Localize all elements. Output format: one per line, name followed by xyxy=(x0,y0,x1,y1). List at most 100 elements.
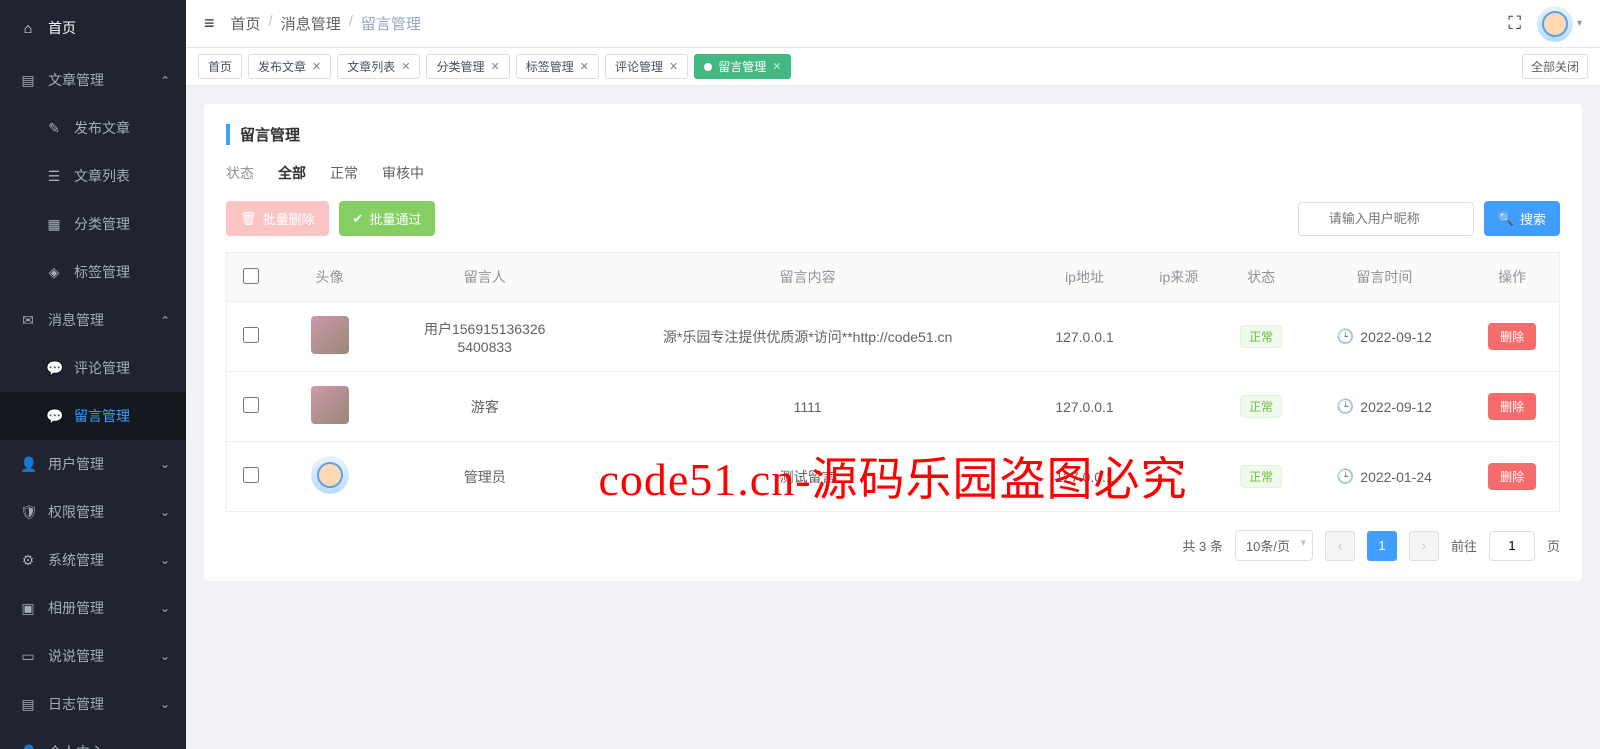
delete-button[interactable]: 删除 xyxy=(1488,393,1536,420)
row-checkbox[interactable] xyxy=(243,467,259,483)
log-icon: ▤ xyxy=(20,696,36,713)
tab-评论管理[interactable]: 评论管理✕ xyxy=(605,54,688,79)
breadcrumb: 首页 / 消息管理 / 留言管理 xyxy=(231,13,421,34)
tag-icon: ◈ xyxy=(46,264,62,281)
sidebar-item-article-list[interactable]: ☰文章列表 xyxy=(0,152,186,200)
cell-content: 1111 xyxy=(585,372,1030,442)
search-icon: 🔍 xyxy=(1498,211,1514,227)
clock-icon: 🕒 xyxy=(1337,328,1354,345)
filter-review[interactable]: 审核中 xyxy=(382,163,424,183)
sidebar-item-system[interactable]: ⚙系统管理⌄ xyxy=(0,536,186,584)
topbar: ≡ 首页 / 消息管理 / 留言管理 ⛶ ▾ xyxy=(186,0,1600,48)
col-avatar: 头像 xyxy=(275,253,385,302)
sidebar-item-talk[interactable]: ▭说说管理⌄ xyxy=(0,632,186,680)
batch-approve-button[interactable]: ✔批量通过 xyxy=(339,201,436,236)
tab-文章列表[interactable]: 文章列表✕ xyxy=(337,54,420,79)
cell-ip-source xyxy=(1139,442,1219,512)
trash-icon: 🗑 xyxy=(240,211,257,227)
delete-button[interactable]: 删除 xyxy=(1488,463,1536,490)
close-icon[interactable]: ✕ xyxy=(401,60,410,73)
chevron-down-icon: ⌄ xyxy=(160,457,170,471)
sidebar-item-personal[interactable]: 👤个人中心 xyxy=(0,728,186,749)
search-button[interactable]: 🔍搜索 xyxy=(1484,201,1560,236)
cell-ip: 127.0.0.1 xyxy=(1030,372,1138,442)
sidebar-item-category[interactable]: ▦分类管理 xyxy=(0,200,186,248)
filter-all[interactable]: 全部 xyxy=(278,163,306,183)
filter-normal[interactable]: 正常 xyxy=(330,163,358,183)
batch-delete-button[interactable]: 🗑批量删除 xyxy=(226,201,329,236)
gear-icon: ⚙ xyxy=(20,552,36,569)
tab-留言管理[interactable]: 留言管理✕ xyxy=(694,54,791,79)
user-icon: 👤 xyxy=(20,456,36,473)
sidebar-item-log[interactable]: ▤日志管理⌄ xyxy=(0,680,186,728)
close-all-button[interactable]: 全部关闭 xyxy=(1522,54,1588,79)
chevron-down-icon: ⌄ xyxy=(160,697,170,711)
crumb-home[interactable]: 首页 xyxy=(231,13,261,34)
caret-down-icon: ▾ xyxy=(1577,18,1582,29)
status-badge: 正常 xyxy=(1240,395,1282,418)
sidebar-item-tag[interactable]: ◈标签管理 xyxy=(0,248,186,296)
jump-suffix: 页 xyxy=(1547,536,1560,555)
edit-icon: ✎ xyxy=(46,120,62,137)
jump-input[interactable] xyxy=(1489,531,1535,561)
sidebar-item-article[interactable]: ▤文章管理⌄ xyxy=(0,56,186,104)
sidebar-item-home[interactable]: ⌂首页 xyxy=(0,0,186,56)
table-row: 游客1111127.0.0.1正常🕒2022-09-12删除 xyxy=(227,372,1560,442)
panel: 留言管理 状态 全部 正常 审核中 🗑批量删除 ✔批量通过 🔍 🔍搜索 xyxy=(204,104,1582,581)
delete-button[interactable]: 删除 xyxy=(1488,323,1536,350)
close-icon[interactable]: ✕ xyxy=(580,60,589,73)
cell-ip-source xyxy=(1139,302,1219,372)
sidebar: ⌂首页 ▤文章管理⌄ ✎发布文章 ☰文章列表 ▦分类管理 ◈标签管理 ✉消息管理… xyxy=(0,0,186,749)
close-icon[interactable]: ✕ xyxy=(669,60,678,73)
row-checkbox[interactable] xyxy=(243,327,259,343)
search-input[interactable] xyxy=(1298,202,1474,236)
table-row: 管理员测试留言127.0.0.1正常🕒2022-01-24删除 xyxy=(227,442,1560,512)
chevron-down-icon: ⌄ xyxy=(160,313,170,327)
cell-ip: 127.0.0.1 xyxy=(1030,442,1138,512)
sidebar-item-perm[interactable]: 🛡权限管理⌄ xyxy=(0,488,186,536)
close-icon[interactable]: ✕ xyxy=(491,60,500,73)
close-icon[interactable]: ✕ xyxy=(772,60,781,73)
user-menu[interactable]: ▾ xyxy=(1537,6,1582,42)
select-all-checkbox[interactable] xyxy=(243,268,259,284)
row-avatar xyxy=(311,456,349,494)
jump-label: 前往 xyxy=(1451,536,1477,555)
fullscreen-icon[interactable]: ⛶ xyxy=(1508,13,1521,34)
pager-prev[interactable]: ‹ xyxy=(1325,531,1355,561)
col-ip-source: ip来源 xyxy=(1139,253,1219,302)
pager-page-1[interactable]: 1 xyxy=(1367,531,1397,561)
col-ip: ip地址 xyxy=(1030,253,1138,302)
chevron-down-icon: ⌄ xyxy=(160,649,170,663)
cell-ip-source xyxy=(1139,372,1219,442)
cell-time: 🕒2022-01-24 xyxy=(1337,468,1432,485)
row-checkbox[interactable] xyxy=(243,397,259,413)
sidebar-item-album[interactable]: ▣相册管理⌄ xyxy=(0,584,186,632)
home-icon: ⌂ xyxy=(20,20,36,36)
page-size-select[interactable]: 10条/页 xyxy=(1235,530,1313,561)
tab-首页[interactable]: 首页 xyxy=(198,54,242,79)
crumb-current: 留言管理 xyxy=(361,13,421,34)
tabs-bar: 首页发布文章✕文章列表✕分类管理✕ 标签管理✕评论管理✕留言管理✕ 全部关闭 xyxy=(186,48,1600,86)
close-icon[interactable]: ✕ xyxy=(312,60,321,73)
chevron-down-icon: ⌄ xyxy=(160,73,170,87)
user-icon: 👤 xyxy=(20,744,36,749)
tab-标签管理[interactable]: 标签管理✕ xyxy=(516,54,599,79)
pager-next[interactable]: › xyxy=(1409,531,1439,561)
grid-icon: ▦ xyxy=(46,216,62,233)
sidebar-item-user[interactable]: 👤用户管理⌄ xyxy=(0,440,186,488)
tab-发布文章[interactable]: 发布文章✕ xyxy=(248,54,331,79)
table-row: 用户156915136326 5400833源*乐园专注提供优质源*访问**ht… xyxy=(227,302,1560,372)
collapse-icon[interactable]: ≡ xyxy=(204,13,215,34)
tab-分类管理[interactable]: 分类管理✕ xyxy=(426,54,509,79)
sidebar-item-comment[interactable]: 💬评论管理 xyxy=(0,344,186,392)
check-icon: ✔ xyxy=(353,211,364,227)
filter-row: 状态 全部 正常 审核中 xyxy=(226,163,1560,183)
crumb-l1[interactable]: 消息管理 xyxy=(281,13,341,34)
sidebar-item-message[interactable]: ✉消息管理⌄ xyxy=(0,296,186,344)
sidebar-item-guestbook[interactable]: 💬留言管理 xyxy=(0,392,186,440)
cell-user: 管理员 xyxy=(385,442,585,512)
chevron-down-icon: ⌄ xyxy=(160,505,170,519)
clock-icon: 🕒 xyxy=(1337,398,1354,415)
filter-label: 状态 xyxy=(226,163,254,183)
sidebar-item-publish[interactable]: ✎发布文章 xyxy=(0,104,186,152)
